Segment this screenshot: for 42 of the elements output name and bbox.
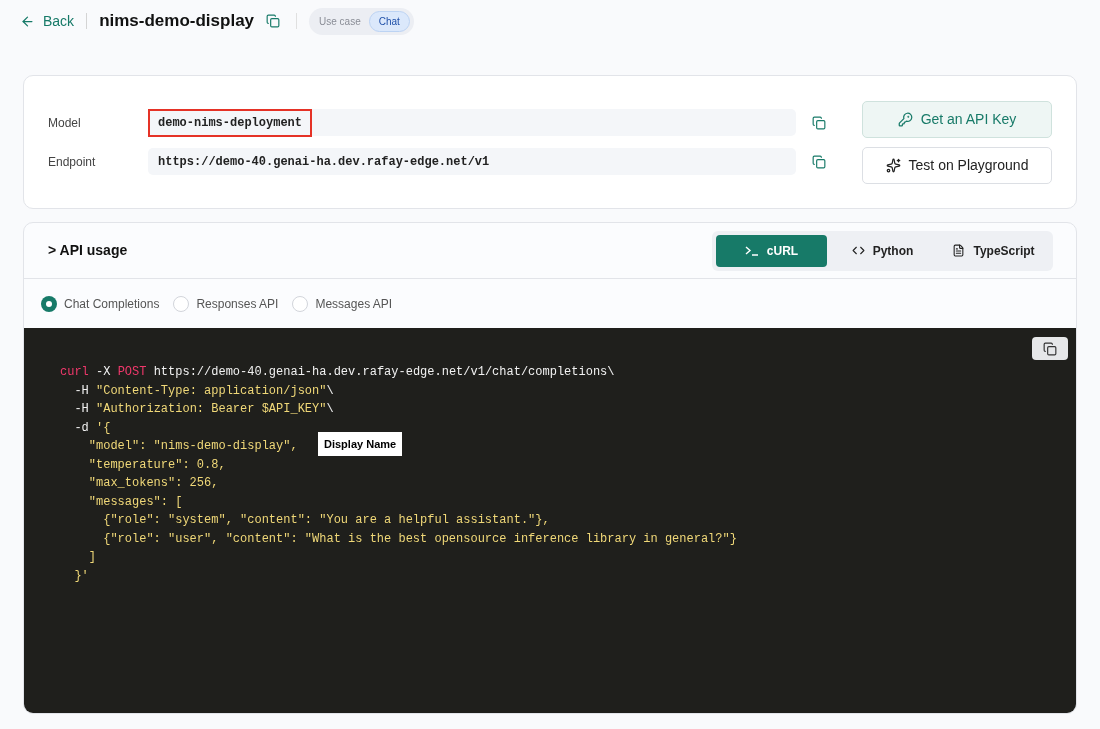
use-case-label: Use case [319, 14, 361, 29]
sparkle-icon [885, 157, 901, 173]
code-line: {"role": "user", "content": "What is the best opensource inference library in general?"} [102, 530, 737, 548]
action-button[interactable]: Test on Playground [862, 146, 1052, 184]
copy-icon [1043, 341, 1057, 356]
field-value: demo-nims-deployment [148, 109, 796, 136]
code-line: curl -X POST https://demo-40.genai-ha.dev.rafay-edge.net/v1/chat/completions\ [60, 364, 615, 381]
radio-option[interactable]: Responses API [173, 294, 279, 313]
document-icon [952, 244, 966, 257]
code-icon [851, 244, 865, 257]
section-title: > API usage [48, 241, 128, 260]
radio-button[interactable] [292, 295, 309, 312]
code-line: {"role": "system", "content": "You are a helpful assistant."}, [102, 512, 550, 529]
radio-option[interactable]: Chat Completions [41, 294, 160, 313]
code-line: "max_tokens": 256, [87, 475, 219, 492]
copy-icon[interactable] [812, 115, 826, 130]
code-line: "messages": [ [87, 493, 183, 511]
code-line: -H "Authorization: Bearer $API_KEY"\ [73, 401, 334, 418]
use-case-value: Chat [368, 10, 410, 32]
code-line: ] [87, 549, 96, 566]
language-tab[interactable]: TypeScript [938, 234, 1049, 267]
language-tab[interactable]: Python [827, 234, 938, 267]
copy-icon[interactable] [812, 154, 826, 169]
back-link[interactable]: Back [20, 10, 75, 32]
field-value: https://demo-40.genai-ha.dev.rafay-edge.net/v1 [148, 148, 796, 175]
radio-option[interactable]: Messages API [292, 294, 393, 313]
terminal-icon [744, 245, 759, 256]
page-title: nims-demo-display [99, 10, 255, 33]
action-button[interactable]: Get an API Key [862, 100, 1052, 138]
callout-label: Display Name [318, 432, 403, 456]
field-label: Endpoint [48, 153, 97, 171]
field-label: Model [48, 114, 82, 132]
code-line: "temperature": 0.8, [87, 456, 226, 474]
copy-button[interactable] [1032, 337, 1068, 360]
key-icon [897, 111, 913, 127]
radio-button[interactable] [41, 295, 57, 312]
language-tab[interactable]: cURL [716, 234, 827, 267]
code-line: }' [73, 567, 89, 585]
copy-icon[interactable] [266, 14, 281, 28]
code-line: -d '{ [73, 419, 111, 437]
radio-button[interactable] [173, 295, 190, 312]
code-line: -H "Content-Type: application/json"\ [73, 382, 334, 400]
